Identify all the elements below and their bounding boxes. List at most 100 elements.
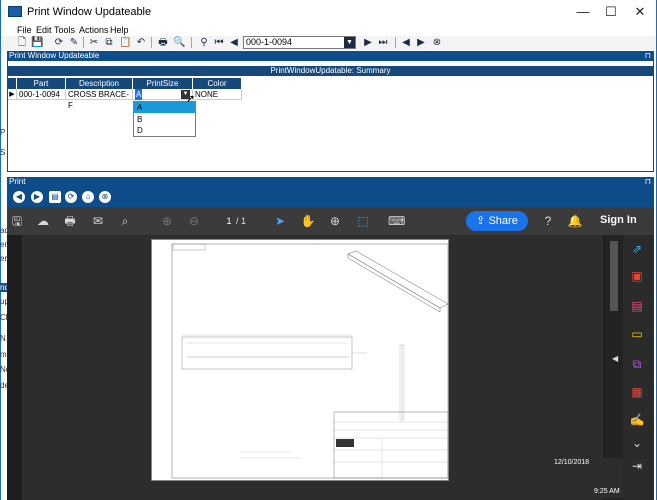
- print-icon[interactable]: 🖶: [62, 213, 78, 229]
- row-indicator-icon[interactable]: ▶: [8, 89, 17, 100]
- organize-pages-icon[interactable]: ▤: [629, 298, 645, 314]
- sign-in-button[interactable]: Sign In: [600, 214, 637, 226]
- row-selector-header: [8, 78, 17, 89]
- combine-files-icon[interactable]: ⧉: [629, 356, 645, 372]
- dropdown-option-d[interactable]: D: [134, 125, 195, 136]
- printsize-value: A: [135, 89, 143, 100]
- cell-description[interactable]: CROSS BRACE-F: [66, 89, 133, 110]
- window-title: Print Window Updateable: [27, 6, 152, 18]
- part-combobox-value: 000-1-0094: [246, 37, 293, 47]
- column-header-description[interactable]: Description: [66, 78, 133, 89]
- print-icon[interactable]: 🖶: [157, 36, 169, 49]
- menu-help[interactable]: Help: [110, 24, 129, 36]
- update-panel-title: Print Window Updateable: [9, 51, 100, 60]
- printsize-dropdown-list: A B D: [133, 101, 196, 137]
- cell-part[interactable]: 000-1-0094: [17, 89, 66, 100]
- document-icon[interactable]: ▤: [49, 191, 61, 203]
- first-record-icon[interactable]: ⏮: [213, 36, 225, 49]
- bell-icon[interactable]: 🔔: [567, 213, 583, 229]
- search-icon[interactable]: ⌕: [117, 213, 133, 229]
- column-header-color[interactable]: Color: [193, 78, 242, 89]
- cell-color[interactable]: NONE: [193, 89, 242, 100]
- background-text: nd: [0, 283, 9, 292]
- part-combobox[interactable]: 000-1-0094 ▼: [243, 36, 356, 49]
- page-total: / 1: [236, 216, 247, 226]
- save-icon[interactable]: 🖫: [9, 213, 25, 229]
- binoculars-icon[interactable]: ⚲: [198, 36, 210, 49]
- paste-icon[interactable]: 📋: [119, 36, 131, 49]
- cut-icon[interactable]: ✂: [88, 36, 100, 49]
- save-icon[interactable]: 💾: [31, 36, 43, 49]
- previous-record-icon[interactable]: ◀: [228, 36, 240, 49]
- hand-tool-icon[interactable]: ✋: [300, 213, 316, 229]
- menu-edit[interactable]: Edit: [36, 24, 52, 36]
- cancel-icon[interactable]: ⊗: [99, 191, 111, 203]
- home-icon[interactable]: ⌂: [82, 191, 94, 203]
- title-bar: Print Window Updateable — ☐ ✕: [1, 0, 656, 24]
- update-panel-header: Print Window Updateable ⊓: [7, 51, 654, 61]
- keyboard-icon[interactable]: ⌨: [388, 213, 405, 229]
- engineering-drawing: [171, 243, 449, 479]
- email-icon[interactable]: ✉: [90, 213, 106, 229]
- close-button[interactable]: ✕: [625, 2, 655, 22]
- share-button[interactable]: ⇪ Share: [466, 211, 528, 231]
- print-panel-header: Print ⊓: [7, 177, 654, 187]
- share-icon: ⇪: [476, 215, 489, 227]
- cancel-icon[interactable]: ⊗: [431, 36, 443, 49]
- dropdown-option-b[interactable]: B: [134, 114, 195, 125]
- export-pdf-icon[interactable]: ⇗: [629, 241, 645, 257]
- forward-icon[interactable]: ▶: [31, 191, 43, 203]
- comment-icon[interactable]: ▭: [629, 326, 645, 342]
- menu-bar: File Edit Tools Actions Help: [1, 24, 656, 36]
- refresh-icon[interactable]: ⟳: [53, 36, 65, 49]
- menu-file[interactable]: File: [17, 24, 32, 36]
- mouse-cursor-icon: ➚: [186, 93, 196, 105]
- maximize-button[interactable]: ☐: [596, 2, 626, 22]
- clock-time: 9:25 AM: [594, 488, 620, 495]
- marquee-zoom-icon[interactable]: ⬚: [355, 213, 371, 229]
- background-text: S: [0, 148, 6, 157]
- menu-tools[interactable]: Tools: [54, 24, 75, 36]
- new-icon[interactable]: 🗋: [16, 36, 28, 49]
- zoom-in-icon[interactable]: ⊕: [327, 213, 343, 229]
- pdf-page: [151, 239, 449, 481]
- background-text: N: [0, 334, 6, 343]
- next-record-icon[interactable]: ▶: [362, 36, 374, 49]
- select-cursor-icon[interactable]: ➤: [272, 213, 288, 229]
- toolbar-separator: [151, 37, 152, 48]
- page-number-input[interactable]: 1: [222, 214, 236, 228]
- page-down-icon[interactable]: ⊖: [186, 213, 202, 229]
- toolbar-separator: [395, 37, 396, 48]
- edit-pdf-icon[interactable]: ▦: [629, 384, 645, 400]
- chevron-down-icon[interactable]: ⌄: [629, 435, 645, 451]
- pin-icon[interactable]: ⊓: [645, 177, 651, 187]
- create-pdf-icon[interactable]: ▣: [629, 268, 645, 284]
- back-icon[interactable]: ◀: [400, 36, 412, 49]
- help-icon[interactable]: ?: [540, 213, 556, 229]
- toolbar-separator: [191, 37, 192, 48]
- upload-icon[interactable]: ☁: [35, 213, 51, 229]
- pin-icon[interactable]: ⊓: [645, 51, 651, 61]
- page-up-icon[interactable]: ⊕: [159, 213, 175, 229]
- chevron-down-icon[interactable]: ▼: [344, 37, 355, 48]
- menu-actions[interactable]: Actions: [79, 24, 109, 36]
- cell-printsize[interactable]: A ▼: [133, 89, 193, 100]
- last-record-icon[interactable]: ⏭: [377, 36, 389, 49]
- minimize-button[interactable]: —: [568, 2, 598, 22]
- print-preview-icon[interactable]: 🔍: [173, 36, 185, 49]
- background-text: P: [0, 128, 6, 137]
- scrollbar-thumb[interactable]: [610, 241, 618, 311]
- fill-sign-icon[interactable]: ✍: [629, 412, 645, 428]
- expand-pane-icon[interactable]: ◀: [612, 354, 618, 363]
- column-header-part[interactable]: Part: [17, 78, 66, 89]
- collapse-pane-icon[interactable]: ⇥: [629, 458, 645, 474]
- undo-icon[interactable]: ↶: [135, 36, 147, 49]
- refresh-icon[interactable]: ⟳: [65, 191, 77, 203]
- column-header-printsize[interactable]: PrintSize: [133, 78, 193, 89]
- toolbar-separator: [83, 37, 84, 48]
- summary-header: PrintWindowUpdatable: Summary: [8, 66, 653, 76]
- copy-icon[interactable]: ⧉: [103, 36, 115, 49]
- forward-icon[interactable]: ▶: [415, 36, 427, 49]
- back-icon[interactable]: ◀: [13, 191, 25, 203]
- clear-icon[interactable]: ✎: [68, 36, 80, 49]
